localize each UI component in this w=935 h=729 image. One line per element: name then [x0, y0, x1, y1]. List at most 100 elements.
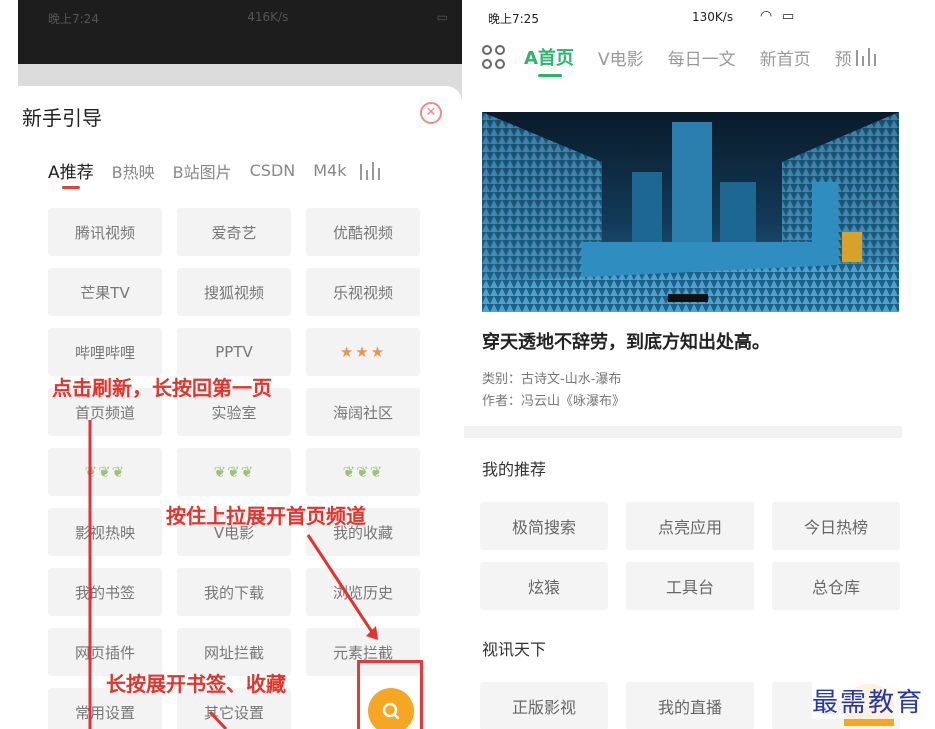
shortcut-grid: 腾讯视频 爱奇艺 优酷视频芒果TV 搜狐视频 乐视视频哔哩哔哩 PPTV ★★★ 首页频道 实验… [48, 208, 420, 729]
tile-label: 网页插件 [74, 643, 135, 662]
shortcut-tile[interactable]: 哔哩哔哩 [48, 328, 162, 376]
annotation-refresh: 点击刷新，长按回第一页 [52, 376, 272, 400]
shortcut-tile[interactable]: 芒果TV [48, 268, 162, 316]
tab-csdn[interactable]: CSDN [250, 161, 296, 180]
left-phone-screen: 晚上7:24 416K/s ▭ 新手引导 ✕ A推荐 B热映 B站图片 CSDN… [0, 0, 462, 729]
tile-label: 乐视视频 [332, 283, 393, 302]
guide-sheet: 新手引导 ✕ A推荐 B热映 B站图片 CSDN M4k 腾讯视频 爱奇艺 优酷视频… [0, 86, 462, 729]
star-icons: ★★★ [339, 343, 387, 361]
shortcut-tile[interactable]: 影视热映 [48, 508, 162, 556]
article-category: 类别：古诗文-山水-瀑布 [482, 372, 622, 387]
app-tile-label: 点亮应用 [657, 518, 722, 537]
tile-label: 首页频道 [74, 403, 135, 422]
app-tile-label: 工具台 [665, 578, 714, 597]
shortcut-tile[interactable]: ❦❦❦ [306, 448, 420, 496]
tile-label: 爱奇艺 [211, 223, 257, 242]
annotation-long-press: 长按展开书签、收藏 [106, 672, 286, 696]
status-time: 晚上7:25 [488, 12, 539, 26]
app-tile-label: 我的直播 [657, 698, 722, 717]
tab-b-images[interactable]: B站图片 [173, 159, 232, 183]
tile-label: 优酷视频 [332, 223, 393, 242]
section-divider [464, 426, 902, 438]
status-network: 130K/s [692, 10, 734, 24]
app-tile-label: 总仓库 [811, 578, 860, 597]
tile-label: 海阔社区 [332, 403, 393, 422]
app-tile[interactable]: 极简搜索 [480, 502, 608, 550]
leaf-icons: ❦❦❦ [84, 463, 126, 481]
tile-label: 浏览历史 [332, 583, 393, 602]
shortcut-tile[interactable]: 爱奇艺 [177, 208, 291, 256]
shortcut-tile[interactable]: ❦❦❦ [48, 448, 162, 496]
tile-label: 其它设置 [203, 703, 264, 722]
app-tile[interactable]: 总仓库 [772, 562, 900, 610]
right-phone-screen: 晚上7:25 130K/s ◠ ▭ A首页 V电影 每日一文 新首页 预 穿天透… [462, 0, 935, 729]
tile-label: 腾讯视频 [74, 223, 135, 242]
channel-tabs: A推荐 B热映 B站图片 CSDN M4k [48, 158, 381, 189]
app-tile[interactable]: 今日热榜 [772, 502, 900, 550]
shortcut-tile[interactable]: 腾讯视频 [48, 208, 162, 256]
search-button[interactable] [368, 688, 414, 729]
leaf-icons: ❦❦❦ [342, 463, 384, 481]
tab-v-movie[interactable]: V电影 [598, 45, 644, 70]
app-tile[interactable]: 点亮应用 [626, 502, 754, 550]
app-tile-label: 今日热榜 [803, 518, 868, 537]
shortcut-tile[interactable]: 搜狐视频 [177, 268, 291, 316]
section-title-recommend: 我的推荐 [482, 460, 547, 479]
anechoic-chamber-image [482, 112, 899, 312]
tab-daily-article[interactable]: 每日一文 [668, 45, 736, 70]
tile-label: PPTV [215, 343, 253, 361]
app-tile-label: 炫猿 [527, 578, 560, 597]
shortcut-tile[interactable]: 我的下载 [177, 568, 291, 616]
tab-a-home[interactable]: A首页 [524, 44, 574, 77]
channel-manage-icon[interactable] [854, 48, 876, 66]
app-tile-label: 极简搜索 [511, 518, 576, 537]
article-title[interactable]: 穿天透地不辞劳，到底方知出处高。 [482, 328, 770, 354]
tab-preview[interactable]: 预 [835, 45, 852, 70]
shortcut-tile[interactable]: 乐视视频 [306, 268, 420, 316]
leaf-icons: ❦❦❦ [213, 463, 255, 481]
shortcut-tile[interactable]: 海阔社区 [306, 388, 420, 436]
recommend-grid: 极简搜索 点亮应用 今日热榜炫猿 工具台 总仓库 [480, 502, 900, 610]
tab-new-home[interactable]: 新首页 [760, 45, 811, 70]
app-tile[interactable]: 工具台 [626, 562, 754, 610]
tile-label: 我的书签 [74, 583, 135, 602]
app-tile[interactable]: 炫猿 [480, 562, 608, 610]
hero-image[interactable] [482, 112, 899, 312]
shortcut-tile[interactable]: ❦❦❦ [177, 448, 291, 496]
tile-label: 我的下载 [203, 583, 264, 602]
dimmed-status-bar: 晚上7:24 416K/s ▭ [18, 0, 462, 64]
tile-label: 网址拦截 [203, 643, 264, 662]
status-time: 晚上7:24 [48, 12, 99, 26]
tile-label: 搜狐视频 [203, 283, 264, 302]
tab-m4k[interactable]: M4k [313, 161, 346, 180]
tile-label: 芒果TV [80, 283, 130, 302]
status-network: 416K/s [247, 10, 289, 24]
annotation-pull-up: 按住上拉展开首页频道 [166, 504, 366, 528]
battery-icon: ▭ [436, 10, 448, 24]
tile-label: 影视热映 [74, 523, 135, 542]
watermark-text: 最需教育 [812, 682, 925, 719]
shortcut-tile[interactable]: 优酷视频 [306, 208, 420, 256]
app-tile-label: 正版影视 [511, 698, 576, 717]
app-tile[interactable]: 我的直播 [626, 682, 754, 729]
battery-icon: ▭ [782, 9, 795, 24]
search-icon [382, 702, 400, 720]
app-tile[interactable]: 正版影视 [480, 682, 608, 729]
channel-manage-icon[interactable] [358, 161, 381, 180]
tile-label: 常用设置 [74, 703, 135, 722]
tab-a-recommend[interactable]: A推荐 [48, 158, 94, 189]
close-icon[interactable]: ✕ [420, 102, 442, 124]
tab-b-hot[interactable]: B热映 [112, 159, 155, 183]
tile-label: 实验室 [211, 403, 257, 422]
home-tabs: A首页 V电影 每日一文 新首页 预 [482, 44, 876, 77]
apps-grid-icon[interactable] [482, 45, 506, 69]
section-title-video: 视讯天下 [482, 640, 547, 659]
shortcut-tile[interactable]: 浏览历史 [306, 568, 420, 616]
shortcut-tile[interactable]: ★★★ [306, 328, 420, 376]
article-author: 作者：冯云山《咏瀑布》 [482, 394, 626, 409]
wifi-icon: ◠ [760, 8, 773, 24]
shortcut-tile[interactable]: PPTV [177, 328, 291, 376]
sheet-title: 新手引导 [22, 106, 102, 130]
shortcut-tile[interactable]: 我的书签 [48, 568, 162, 616]
tile-label: 哔哩哔哩 [74, 343, 135, 362]
